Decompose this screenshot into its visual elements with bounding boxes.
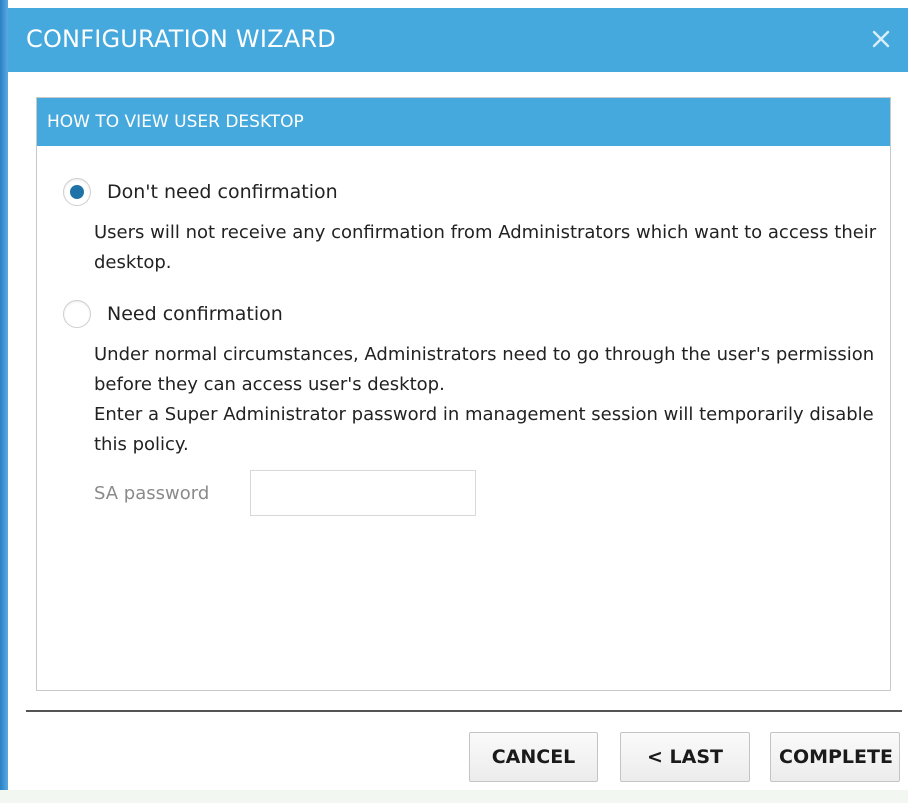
- radio-button-need-confirmation[interactable]: [63, 300, 91, 328]
- window-edge: [0, 0, 8, 803]
- option-description-need-confirmation: Under normal circumstances, Administrato…: [94, 344, 875, 455]
- settings-panel: HOW TO VIEW USER DESKTOP Don't need conf…: [36, 97, 891, 691]
- sa-password-label: SA password: [94, 482, 210, 504]
- title-bar: CONFIGURATION WIZARD: [8, 8, 908, 72]
- option-label-need-confirmation: Need confirmation: [107, 303, 283, 325]
- sa-password-input[interactable]: [250, 470, 476, 516]
- complete-button[interactable]: COMPLETE: [770, 732, 900, 782]
- radio-selected-dot: [70, 185, 84, 199]
- footer-divider: [26, 710, 902, 712]
- radio-option-need-confirmation[interactable]: Need confirmation: [63, 300, 283, 328]
- bottom-strip: [0, 790, 908, 803]
- sa-password-row: SA password: [94, 470, 476, 516]
- panel-header: HOW TO VIEW USER DESKTOP: [37, 98, 890, 146]
- cancel-button[interactable]: CANCEL: [469, 732, 598, 782]
- close-button[interactable]: [864, 22, 898, 56]
- panel-title: HOW TO VIEW USER DESKTOP: [47, 112, 304, 132]
- window-title: CONFIGURATION WIZARD: [26, 25, 336, 53]
- option-description-no-confirmation: Users will not receive any confirmation …: [94, 222, 877, 273]
- radio-option-no-confirmation[interactable]: Don't need confirmation: [63, 178, 338, 206]
- option-label-no-confirmation: Don't need confirmation: [107, 181, 338, 203]
- close-icon: [872, 30, 890, 48]
- last-button[interactable]: < LAST: [620, 732, 750, 782]
- radio-button-no-confirmation[interactable]: [63, 178, 91, 206]
- configuration-wizard-window: CONFIGURATION WIZARD HOW TO VIEW USER DE…: [0, 0, 908, 803]
